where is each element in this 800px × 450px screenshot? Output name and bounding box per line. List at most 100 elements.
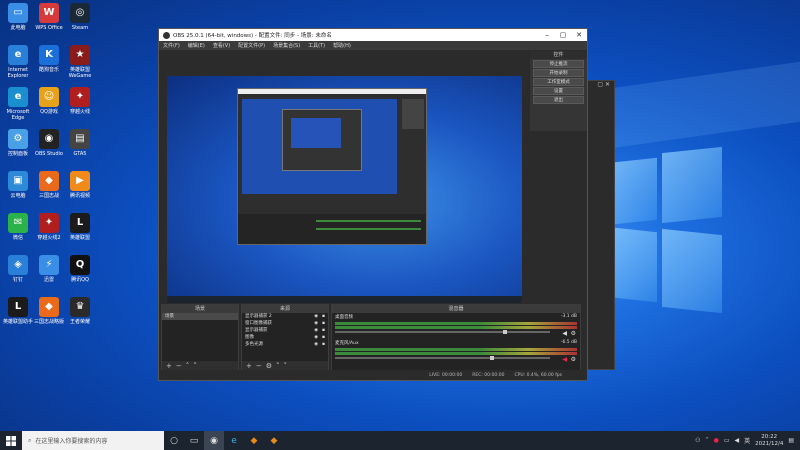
- desktop-icon[interactable]: ♛ 王者荣耀: [62, 297, 98, 325]
- desktop-icon[interactable]: Q 腾讯QQ: [62, 255, 98, 283]
- menu-help[interactable]: 帮助(H): [333, 42, 351, 49]
- stop-streaming-button[interactable]: 停止推流: [533, 60, 584, 68]
- volume-slider[interactable]: [335, 330, 550, 334]
- eye-icon[interactable]: ◉: [314, 313, 318, 320]
- multitask-icon[interactable]: ▭: [184, 431, 204, 450]
- app-icon: ★: [70, 45, 90, 65]
- add-icon[interactable]: +: [246, 362, 252, 370]
- taskbar-app-icon[interactable]: ◆: [264, 431, 284, 450]
- desktop-icon[interactable]: ▶ 腾讯视频: [62, 171, 98, 199]
- menu-edit[interactable]: 编辑(E): [188, 42, 205, 49]
- taskbar-obs-icon[interactable]: ◉: [204, 431, 224, 450]
- clock[interactable]: 20:22 2021/12/4: [755, 434, 783, 448]
- source-item[interactable]: 显示器捕获 2 ◉ ▪: [242, 313, 328, 320]
- desktop-icon[interactable]: L 英雄联盟: [62, 213, 98, 241]
- volume-slider[interactable]: [335, 356, 550, 360]
- eye-icon[interactable]: ◉: [314, 320, 318, 327]
- app-icon: e: [8, 45, 28, 65]
- eye-icon[interactable]: ◉: [314, 341, 318, 348]
- menu-tools[interactable]: 工具(T): [308, 42, 325, 49]
- network-icon[interactable]: ▭: [724, 437, 730, 444]
- settings-button[interactable]: 设置: [533, 87, 584, 95]
- muted-speaker-icon[interactable]: ◀: [562, 356, 567, 363]
- volume-icon[interactable]: ◀: [734, 437, 739, 444]
- desktop-icon[interactable]: ▤ GTA5: [62, 129, 98, 157]
- move-up-icon[interactable]: ˄: [186, 362, 190, 370]
- app-icon: ⚙: [8, 129, 28, 149]
- obs-window[interactable]: OBS 25.0.1 (64-bit, windows) - 配置文件: 同步 …: [158, 28, 588, 381]
- remove-icon[interactable]: −: [176, 362, 182, 370]
- app-icon: e: [8, 87, 28, 107]
- rec-timer: REC: 00:00:00: [472, 372, 505, 378]
- remove-icon[interactable]: −: [256, 362, 262, 370]
- chevron-up-icon[interactable]: ˄: [706, 437, 709, 444]
- desktop-icon-label: 王者荣耀: [69, 319, 90, 325]
- lock-icon[interactable]: ▪: [322, 341, 325, 348]
- source-item[interactable]: 显示器捕获 ◉ ▪: [242, 327, 328, 334]
- lock-icon[interactable]: ▪: [322, 313, 325, 320]
- desktop-icon[interactable]: ✦ 穿越火线: [62, 87, 98, 115]
- obs-title-bar[interactable]: OBS 25.0.1 (64-bit, windows) - 配置文件: 同步 …: [159, 29, 587, 41]
- menu-file[interactable]: 文件(F): [163, 42, 180, 49]
- clock-time: 20:22: [761, 433, 778, 440]
- taskbar-app-icon[interactable]: ◆: [244, 431, 264, 450]
- speaker-icon[interactable]: ◀: [562, 330, 567, 337]
- obs-preview[interactable]: [167, 76, 522, 303]
- scene-item[interactable]: 场景: [162, 313, 238, 320]
- start-recording-button[interactable]: 开始录制: [533, 69, 584, 77]
- maximize-icon[interactable]: ▢: [555, 31, 571, 39]
- start-button[interactable]: [0, 431, 22, 450]
- lock-icon[interactable]: ▪: [322, 320, 325, 327]
- menu-view[interactable]: 查看(V): [213, 42, 230, 49]
- gear-icon[interactable]: ⚙: [571, 356, 576, 363]
- taskbar-edge-icon[interactable]: e: [224, 431, 244, 450]
- taskbar-search[interactable]: ⌕ 在这里输入你要搜索的内容: [22, 431, 164, 450]
- menu-scene-collection[interactable]: 场景集合(S): [273, 42, 300, 49]
- move-up-icon[interactable]: ˄: [276, 362, 280, 370]
- windows-logo-pane: [662, 228, 722, 314]
- desktop-icon-label: 穿越火线: [69, 109, 90, 115]
- exit-button[interactable]: 退出: [533, 96, 584, 104]
- source-item[interactable]: 图像 ◉ ▪: [242, 334, 328, 341]
- studio-mode-button[interactable]: 工作室模式: [533, 78, 584, 86]
- source-item[interactable]: 窗口图像捕获 ◉ ▪: [242, 320, 328, 327]
- close-icon[interactable]: ✕: [571, 31, 587, 39]
- windows-logo-pane: [615, 227, 657, 303]
- track-name: 桌面音频: [335, 315, 353, 320]
- desktop-icon[interactable]: ◎ Steam: [62, 3, 98, 31]
- desktop-icon-label: GTA5: [73, 151, 87, 157]
- people-icon[interactable]: ⚇: [695, 437, 700, 444]
- desktop-icon[interactable]: ★ 英雄联盟 WeGame: [62, 45, 98, 79]
- sources-dock: 来源 显示器捕获 2 ◉ ▪ 窗口图像捕获 ◉ ▪ 显示器捕获 ◉ ▪ 图像 ◉ ▪ 多色光源 ◉…: [241, 304, 329, 371]
- source-item[interactable]: 多色光源 ◉ ▪: [242, 341, 328, 348]
- gear-icon[interactable]: ⚙: [571, 330, 576, 337]
- menu-profile[interactable]: 配置文件(P): [238, 42, 265, 49]
- lock-icon[interactable]: ▪: [322, 327, 325, 334]
- app-icon: L: [8, 297, 28, 317]
- windows-logo-pane: [615, 157, 657, 225]
- eye-icon[interactable]: ◉: [314, 327, 318, 334]
- properties-icon[interactable]: ⚙: [266, 362, 272, 370]
- input-language[interactable]: 英: [744, 436, 750, 445]
- eye-icon[interactable]: ◉: [314, 334, 318, 341]
- app-icon: ✉: [8, 213, 28, 233]
- move-down-icon[interactable]: ˅: [284, 362, 288, 370]
- audio-meter: [335, 326, 577, 329]
- source-label: 图像: [245, 335, 254, 340]
- mic-icon[interactable]: ●: [714, 437, 719, 444]
- add-icon[interactable]: +: [166, 362, 172, 370]
- track-db: -3.1 dB: [560, 314, 577, 319]
- notification-icon[interactable]: ▤: [788, 437, 794, 444]
- move-down-icon[interactable]: ˅: [193, 362, 197, 370]
- mixer-dock: 混音器 桌面音频 -3.1 dB ◀ ⚙ 麦克风/Aux -6.5 dB ◀ ⚙: [331, 304, 581, 371]
- minimize-icon[interactable]: –: [539, 31, 555, 39]
- lock-icon[interactable]: ▪: [322, 334, 325, 341]
- audio-meter: [335, 322, 577, 325]
- controls-header: 控件: [530, 51, 587, 59]
- app-icon: K: [39, 45, 59, 65]
- app-icon: ▣: [8, 171, 28, 191]
- app-icon: ☺: [39, 87, 59, 107]
- desktop-icon-label: Steam: [71, 25, 89, 31]
- system-tray: ⚇ ˄ ● ▭ ◀ 英 20:22 2021/12/4 ▤: [695, 431, 794, 450]
- task-view-icon[interactable]: ○: [164, 431, 184, 450]
